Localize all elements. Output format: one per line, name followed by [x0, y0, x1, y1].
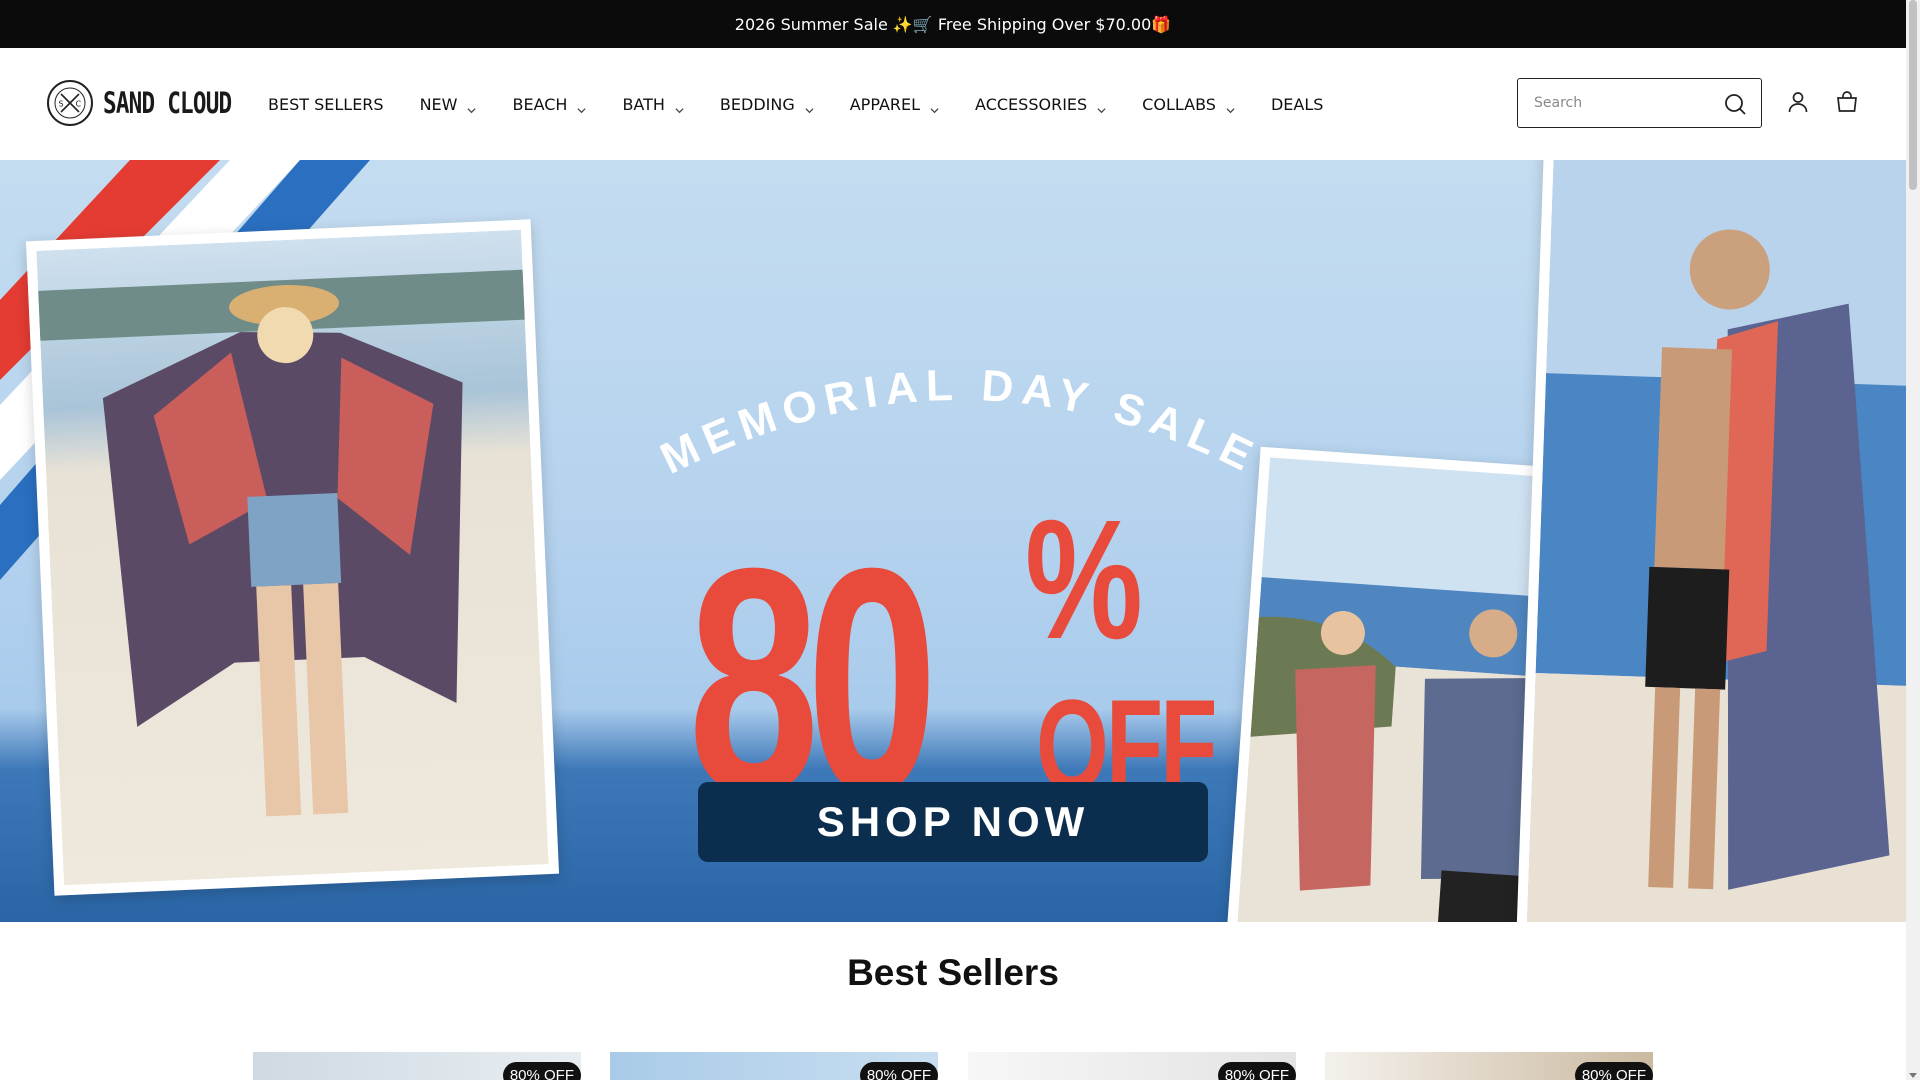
chevron-down-icon [805, 100, 814, 113]
search-input[interactable] [1534, 95, 1719, 111]
nav-item-label: BEST SELLERS [268, 94, 384, 114]
chevron-down-icon [467, 100, 477, 113]
site-header: S C SAND CLOUD BEST SELLERS NEW BEACH BATH B… [0, 48, 1906, 160]
shop-now-button[interactable]: SHOP NOW [698, 782, 1208, 862]
svg-text:MEMORIAL DAY SALE: MEMORIAL DAY SALE [660, 361, 1260, 480]
product-card[interactable]: 80% OFF [610, 1052, 938, 1080]
nav-item-label: BEDDING [719, 94, 795, 114]
search-icon[interactable] [1723, 92, 1747, 120]
nav-item-label: DEALS [1270, 94, 1324, 114]
nav-item-label: APPAREL [849, 94, 921, 114]
brand-logo[interactable]: S C SAND CLOUD [47, 80, 268, 126]
best-sellers-heading: Best Sellers [847, 952, 1059, 993]
nav-item-bath[interactable]: BATH [622, 94, 684, 114]
main-nav: BEST SELLERS NEW BEACH BATH BEDDING APPAREL AC… [268, 88, 1359, 120]
hero-photo-left [25, 219, 560, 896]
discount-badge: 80% OFF [1574, 1062, 1653, 1080]
product-card[interactable]: 80% OFF [1325, 1052, 1653, 1080]
discount-symbol: % [1025, 485, 1143, 675]
hero-photo-right [1515, 160, 1906, 922]
nav-item-label: NEW [419, 94, 458, 114]
promo-headline: MEMORIAL DAY SALE [660, 361, 1260, 480]
chevron-down-icon [675, 100, 684, 113]
nav-item-label: COLLABS [1142, 94, 1216, 114]
discount-badge: 80% OFF [502, 1062, 581, 1080]
scroll-down-arrow-icon[interactable] [1909, 1064, 1917, 1080]
chevron-down-icon [577, 100, 586, 113]
account-icon[interactable] [1786, 90, 1810, 118]
svg-text:C: C [76, 100, 82, 109]
announcement-bar: 2026 Summer Sale ✨🛒 Free Shipping Over $… [0, 0, 1906, 48]
nav-item-bedding[interactable]: BEDDING [720, 95, 814, 114]
logo-mark-icon: S C [47, 80, 93, 126]
svg-text:S: S [59, 100, 64, 109]
nav-item-new[interactable]: NEW [420, 95, 477, 114]
nav-item-best-sellers[interactable]: BEST SELLERS [268, 95, 384, 114]
nav-item-label: BEACH [512, 94, 568, 114]
chevron-down-icon [1097, 100, 1106, 113]
chevron-down-icon [1226, 100, 1235, 113]
discount-badge: 80% OFF [1217, 1062, 1296, 1080]
discount-badge: 80% OFF [859, 1062, 938, 1080]
cart-icon[interactable] [1835, 90, 1859, 118]
nav-item-apparel[interactable]: APPAREL [850, 95, 939, 114]
nav-item-beach[interactable]: BEACH [512, 95, 586, 114]
product-card[interactable]: 80% OFF [253, 1052, 581, 1080]
nav-item-label: ACCESSORIES [975, 94, 1088, 114]
hero-banner[interactable]: MEMORIAL DAY SALE 80 % OFF [0, 160, 1906, 922]
nav-item-deals[interactable]: DEALS [1271, 95, 1323, 114]
nav-item-label: BATH [622, 94, 665, 114]
brand-name: SAND CLOUD [103, 86, 232, 120]
scrollbar-thumb[interactable] [1909, 0, 1917, 190]
nav-item-accessories[interactable]: ACCESSORIES [975, 95, 1106, 114]
announcement-text: 2026 Summer Sale ✨🛒 Free Shipping Over $… [734, 14, 1172, 34]
search-box[interactable] [1517, 78, 1762, 128]
product-card[interactable]: 80% OFF [968, 1052, 1296, 1080]
chevron-down-icon [930, 100, 939, 113]
page-scrollbar[interactable] [1906, 0, 1920, 1080]
nav-item-collabs[interactable]: COLLABS [1142, 95, 1235, 114]
